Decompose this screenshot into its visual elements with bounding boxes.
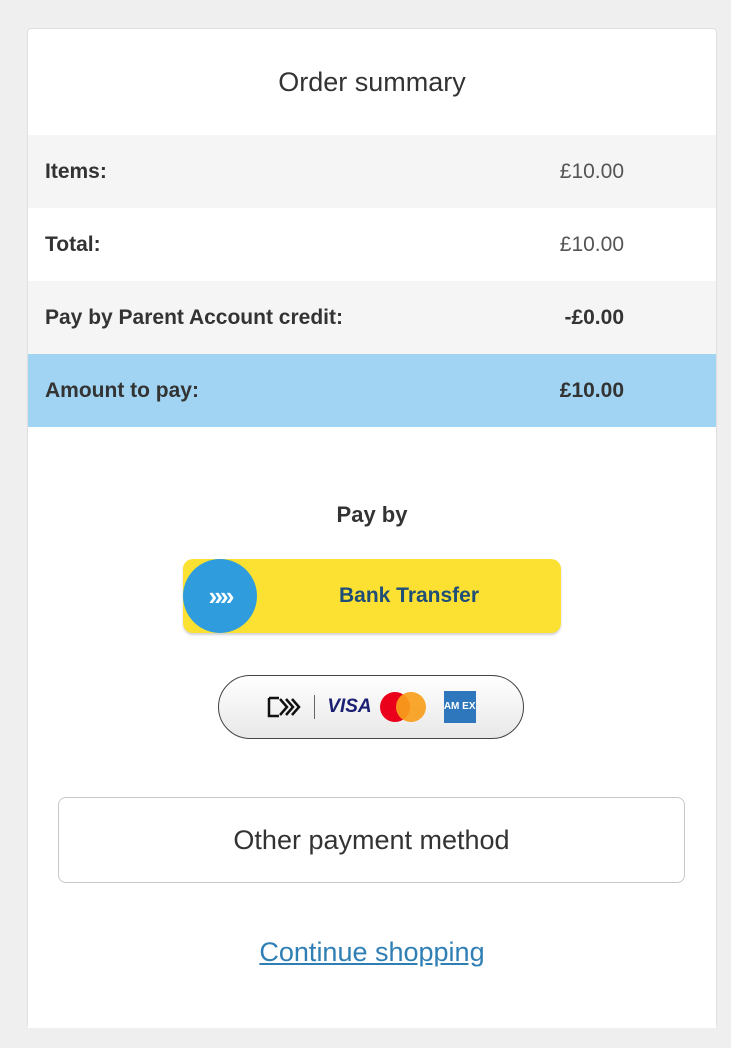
- order-summary-card: Order summary Items: £10.00 Total: £10.0…: [27, 28, 717, 1028]
- summary-row-amount-to-pay: Amount to pay: £10.00: [28, 354, 716, 427]
- payment-section: Pay by »» Bank Transfer VISA AM EX Other…: [28, 427, 716, 1028]
- bank-transfer-button[interactable]: »» Bank Transfer: [183, 559, 561, 633]
- summary-row-credit: Pay by Parent Account credit: -£0.00: [28, 281, 716, 354]
- total-label: Total:: [45, 232, 101, 256]
- chevrons-right-icon: »»: [183, 559, 257, 633]
- visa-logo-icon: VISA: [327, 696, 372, 717]
- card-chevron-icon: [266, 695, 302, 719]
- continue-shopping-container: Continue shopping: [28, 937, 716, 968]
- card-payment-button[interactable]: VISA AM EX: [218, 675, 524, 739]
- mastercard-logo-icon: [379, 692, 426, 722]
- amount-to-pay-label: Amount to pay:: [45, 378, 199, 402]
- amex-logo-icon: AM EX: [443, 691, 476, 723]
- continue-shopping-link[interactable]: Continue shopping: [259, 937, 484, 967]
- amount-to-pay-value: £10.00: [559, 378, 624, 402]
- total-value: £10.00: [559, 232, 624, 256]
- summary-row-items: Items: £10.00: [28, 135, 716, 208]
- bank-transfer-label: Bank Transfer: [338, 584, 480, 607]
- pay-by-label: Pay by: [336, 502, 408, 527]
- logo-divider: [314, 695, 316, 719]
- items-label: Items:: [45, 159, 107, 183]
- card-title: Order summary: [28, 29, 716, 135]
- other-payment-method-button[interactable]: Other payment method: [58, 797, 685, 883]
- credit-value: -£0.00: [564, 305, 624, 329]
- credit-label: Pay by Parent Account credit:: [45, 305, 343, 329]
- summary-row-total: Total: £10.00: [28, 208, 716, 281]
- items-value: £10.00: [559, 159, 624, 183]
